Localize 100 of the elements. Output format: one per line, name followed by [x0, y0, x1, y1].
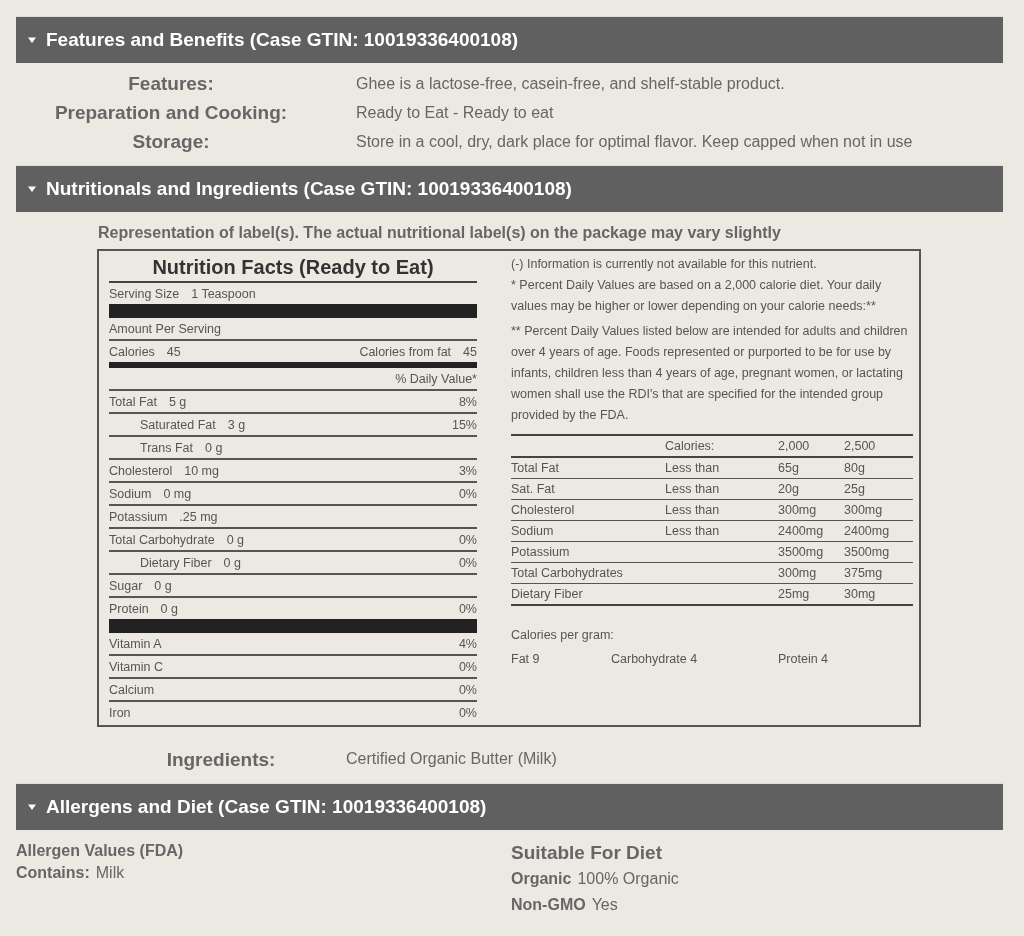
nutrient-name: Potassium [109, 509, 168, 524]
serving-size-label: Serving Size [109, 286, 180, 301]
daily-value-percent: 0% [458, 601, 477, 616]
table-cell-text: 30mg [844, 587, 877, 601]
nutrient-amount: 10 mg [184, 463, 219, 478]
nutrient-name: Protein [109, 601, 149, 616]
caret-down-icon [28, 185, 36, 193]
table-cell-text: 2400mg [778, 524, 825, 538]
nutrient-amount: 0 g [223, 555, 241, 570]
nutrient-amount: 0 g [226, 532, 244, 547]
diet-label: Organic [511, 870, 572, 888]
vitamin-name: Vitamin C [109, 659, 163, 674]
table-cell-text: Less than [665, 503, 721, 517]
field-value: Ghee is a lactose-free, casein-free, and shelf-stable product. [356, 74, 786, 94]
nutrient-amount: 3 g [227, 417, 246, 432]
field-value: Certified Organic Butter (Milk) [346, 749, 558, 768]
daily-value-percent: 0% [458, 532, 477, 547]
nutrient-amount: 0 g [160, 601, 178, 616]
diet-label: Non-GMO [511, 896, 586, 914]
allergen-heading: Allergen Values (FDA) [16, 842, 185, 860]
field-label: Ingredients: [165, 748, 277, 771]
nutrient-amount: 0 g [154, 578, 172, 593]
field-label: Preparation and Cooking: [53, 102, 289, 124]
table-cell-text: Less than [665, 482, 721, 496]
nutrient-amount: 5 g [168, 394, 187, 409]
daily-value-percent: 3% [458, 463, 477, 478]
footnote: ** Percent Daily Values listed below are intended for adults and children over 4 years of age. Foods represented or purported to be for use by infants, children less than 4 years of age, pregnant women, or lactating women shall use the RDI's that are specified for the intended group provided by the FDA. [511, 323, 909, 424]
table-cell-text: 3500mg [844, 545, 891, 559]
daily-value-percent: 0% [458, 705, 477, 720]
nutrient-amount: .25 mg [179, 509, 218, 524]
table-cell-text: 2400mg [844, 524, 891, 538]
table-cell-text: Total Carbohydrates [511, 566, 624, 580]
calories-per-gram-value: Fat 9 [511, 652, 541, 666]
calories-label: Calories [109, 344, 155, 359]
calories-from-fat-value: 45 [463, 344, 477, 359]
table-header: Calories: [665, 439, 716, 453]
footnote: (-) Information is currently not available for this nutrient. [511, 256, 818, 273]
table-cell-text: 65g [778, 461, 800, 475]
table-cell-text: 20g [778, 482, 800, 496]
caret-down-icon [28, 36, 36, 44]
section-title: Allergens and Diet (Case GTIN: 10019336400108) [46, 796, 487, 818]
daily-value-percent: 8% [458, 394, 477, 409]
table-cell-text: 80g [844, 461, 866, 475]
label-title: Nutrition Facts (Ready to Eat) [109, 255, 477, 283]
table-cell-text: 25g [844, 482, 866, 496]
table-cell-text: 3500mg [778, 545, 825, 559]
diet-heading: Suitable For Diet [511, 842, 663, 864]
table-cell-text: 375mg [844, 566, 884, 580]
table-cell-text: Dietary Fiber [511, 587, 584, 601]
table-cell-text: Less than [665, 524, 721, 538]
table-cell-text: Sat. Fat [511, 482, 556, 496]
nutrient-name: Cholesterol [109, 463, 173, 478]
nutrient-amount: 0 g [205, 440, 223, 455]
allergen-label: Contains: [16, 864, 90, 882]
section-title: Features and Benefits (Case GTIN: 10019336400108) [46, 29, 519, 51]
nutrient-name: Total Fat [109, 394, 157, 409]
table-header: 2,500 [844, 439, 877, 453]
calories-per-gram-value: Carbohydrate 4 [611, 652, 699, 666]
footnote: * Percent Daily Values are based on a 2,000 calorie diet. Your daily values may be higher or lower depending on your calorie needs:** [511, 277, 883, 315]
field-label: Storage: [131, 131, 211, 153]
table-cell-text: Less than [665, 461, 721, 475]
vitamin-name: Calcium [109, 682, 155, 697]
daily-value-percent: 0% [458, 486, 477, 501]
vitamin-name: Vitamin A [109, 636, 162, 651]
diet-value: Yes [591, 896, 618, 914]
allergen-value: Milk [95, 864, 125, 882]
serving-size-value: 1 Teaspoon [191, 286, 256, 301]
calories-value: 45 [166, 344, 181, 359]
table-cell-text: Cholesterol [511, 503, 576, 517]
diet-value: 100% Organic [577, 870, 679, 888]
daily-value-percent: 0% [458, 555, 477, 570]
calories-from-fat-label: Calories from fat [359, 344, 452, 359]
nutrient-name: Trans Fat [140, 440, 194, 455]
amount-per-serving: Amount Per Serving [109, 321, 221, 336]
nutrient-name: Dietary Fiber [140, 555, 212, 570]
daily-value-heading: % Daily Value* [395, 371, 477, 386]
calories-per-gram-heading: Calories per gram: [511, 628, 615, 644]
nutrient-name: Saturated Fat [140, 417, 216, 432]
table-cell-text: 25mg [778, 587, 811, 601]
vitamin-name: Iron [109, 705, 131, 720]
nutrient-name: Sugar [109, 578, 143, 593]
field-label: Features: [127, 73, 215, 95]
table-cell-text: 300mg [778, 503, 818, 517]
table-cell-text: Total Fat [511, 461, 560, 475]
nutrient-amount: 0 mg [163, 486, 192, 501]
daily-value-percent: 0% [458, 659, 477, 674]
nutrient-name: Total Carbohydrate [109, 532, 215, 547]
table-cell-text: Potassium [511, 545, 571, 559]
section-header[interactable]: Features and Benefits (Case GTIN: 10019336400108) [16, 16, 1003, 63]
table-cell-text: Sodium [511, 524, 555, 538]
table-header: 2,000 [778, 439, 811, 453]
field-value: Ready to Eat - Ready to eat [356, 103, 555, 123]
section-header[interactable]: Allergens and Diet (Case GTIN: 10019336400108) [16, 783, 1003, 830]
daily-value-percent: 15% [451, 417, 477, 432]
daily-value-percent: 0% [458, 682, 477, 697]
calories-per-gram-value: Protein 4 [778, 652, 830, 666]
table-cell-text: 300mg [844, 503, 884, 517]
nutrient-name: Sodium [109, 486, 152, 501]
daily-value-percent: 4% [458, 636, 477, 651]
section-header[interactable]: Nutritionals and Ingredients (Case GTIN: 10019336400108) [16, 165, 1003, 212]
